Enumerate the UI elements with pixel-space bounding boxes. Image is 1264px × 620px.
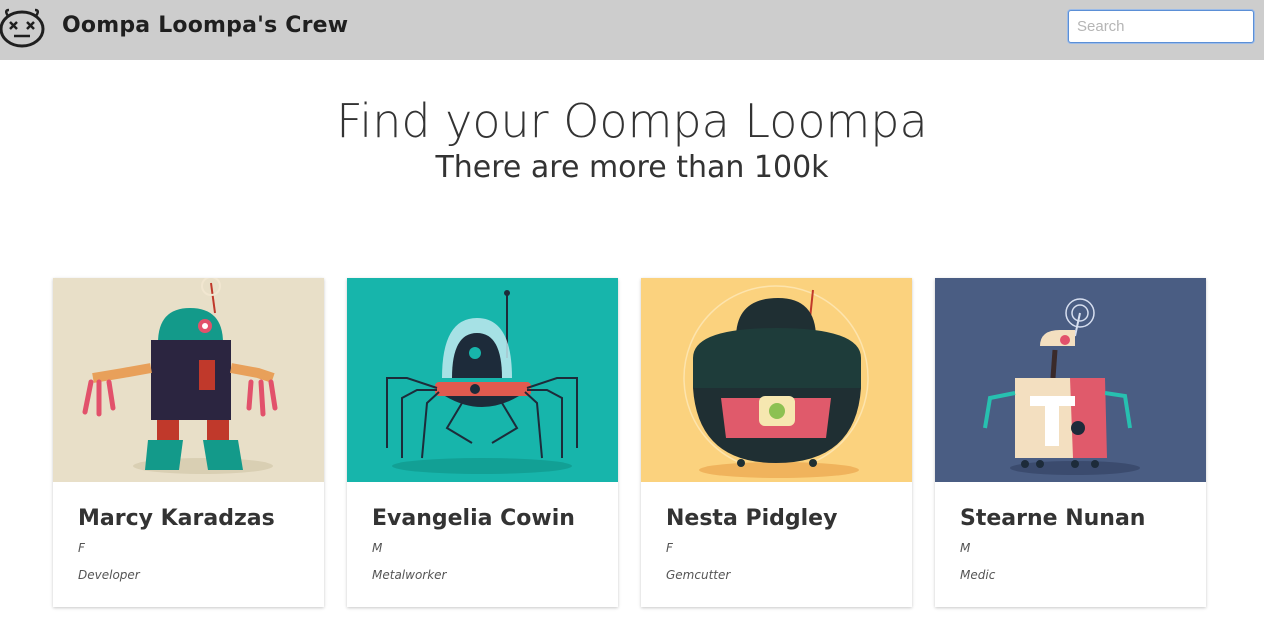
spider-robot-illustration-icon[interactable] [347,278,618,482]
card-profession: Medic [960,568,996,582]
card-profession: Metalworker [372,568,447,582]
card-gender: M [372,541,383,555]
card-name[interactable]: Marcy Karadzas [78,506,275,531]
oompa-card[interactable]: Marcy Karadzas F Developer [53,278,324,607]
card-profession: Gemcutter [666,568,731,582]
oompa-card[interactable]: Evangelia Cowin M Metalworker [347,278,618,607]
oompa-card[interactable]: Stearne Nunan M Medic [935,278,1206,607]
search-input[interactable] [1068,10,1254,43]
oompa-face-logo-icon[interactable] [0,8,48,50]
robot-illustration-icon[interactable] [53,278,324,482]
card-gender: F [78,541,85,555]
top-bar: Oompa Loompa's Crew [0,0,1264,60]
card-name[interactable]: Nesta Pidgley [666,506,837,531]
medic-robot-illustration-icon[interactable] [935,278,1206,482]
oompa-card[interactable]: Nesta Pidgley F Gemcutter [641,278,912,607]
card-gender: M [960,541,971,555]
round-robot-illustration-icon[interactable] [641,278,912,482]
card-name[interactable]: Evangelia Cowin [372,506,575,531]
card-profession: Developer [78,568,140,582]
page-title: Find your Oompa Loompa [336,94,928,148]
card-name[interactable]: Stearne Nunan [960,506,1145,531]
page-subtitle: There are more than 100k [435,150,829,185]
card-gender: F [666,541,673,555]
app-title: Oompa Loompa's Crew [62,13,349,38]
